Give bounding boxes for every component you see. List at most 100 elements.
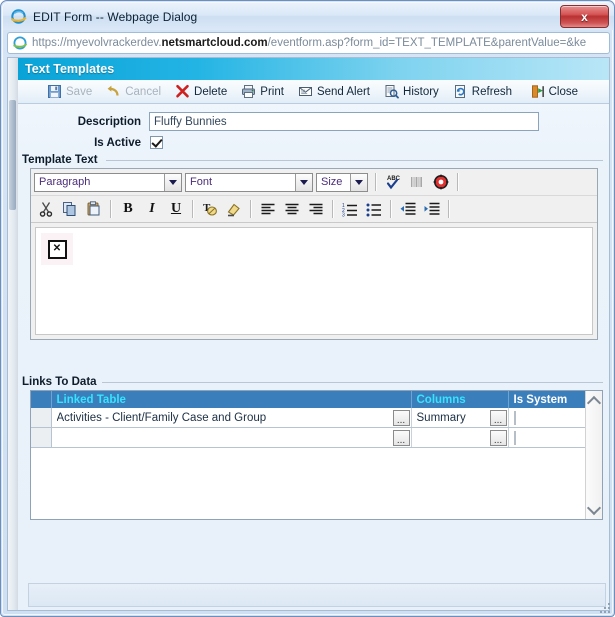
indent-button[interactable]	[420, 198, 444, 221]
description-input[interactable]	[149, 112, 539, 131]
ie-browser-icon	[10, 8, 27, 25]
close-icon: x	[581, 9, 588, 24]
linked-table-browse-button[interactable]: ...	[392, 409, 410, 426]
columns-cell[interactable]: ...	[411, 427, 509, 448]
description-label: Description	[77, 115, 141, 128]
linked-table-column-header[interactable]: Linked Table	[51, 391, 412, 408]
is-active-checkbox[interactable]	[150, 136, 163, 149]
dialog-title: EDIT Form -- Webpage Dialog	[33, 9, 198, 24]
row-selector-column-header[interactable]	[31, 391, 52, 408]
columns-browse-button[interactable]: ...	[489, 409, 507, 426]
undo-arrow-icon	[106, 84, 121, 99]
row-selector-cell[interactable]	[31, 427, 52, 448]
ordered-list-button[interactable]: 1 2 3	[338, 198, 362, 221]
red-x-icon	[175, 84, 190, 99]
delete-button-label: Delete	[194, 85, 228, 98]
columns-cell[interactable]: Summary ...	[411, 408, 509, 428]
italic-button[interactable]: I	[140, 198, 164, 221]
align-center-button[interactable]	[280, 198, 304, 221]
row-selector-cell[interactable]	[31, 408, 52, 428]
broken-image-glyph: ✕	[47, 239, 67, 259]
italic-icon: I	[149, 201, 155, 216]
print-button[interactable]: Print	[234, 81, 291, 103]
editor-content-area[interactable]: ✕	[35, 227, 593, 335]
grid-header-row: Linked Table Columns Is System	[31, 391, 589, 408]
cut-button[interactable]	[34, 198, 58, 221]
chevron-up-icon[interactable]	[586, 393, 602, 410]
grid-table: Linked Table Columns Is System Activitie…	[31, 391, 589, 448]
is-system-column-header[interactable]: Is System	[508, 391, 589, 408]
bold-button[interactable]: B	[116, 198, 140, 221]
font-family-value: Font	[190, 176, 213, 188]
paragraph-style-value: Paragraph	[39, 176, 91, 188]
app-header: Text Templates	[18, 58, 609, 80]
app-toolbar: Save Cancel Delete Print Send Alert Hist…	[18, 80, 609, 104]
timestamp-button[interactable]	[429, 171, 453, 194]
barcode-button	[405, 171, 429, 194]
outdent-button[interactable]	[396, 198, 420, 221]
highlight-color-button[interactable]	[222, 198, 246, 221]
refresh-button[interactable]: Refresh	[446, 81, 519, 103]
links-to-data-caption: Links To Data	[22, 376, 97, 388]
toolbar-separator	[390, 200, 392, 218]
history-icon	[384, 84, 399, 99]
chevron-down-icon	[350, 173, 367, 191]
align-left-button[interactable]	[256, 198, 280, 221]
dialog-titlebar: EDIT Form -- Webpage Dialog x	[3, 3, 614, 30]
window-close-button[interactable]: x	[560, 5, 609, 28]
font-family-select[interactable]: Font	[185, 172, 313, 192]
envelope-icon	[298, 84, 313, 99]
delete-button[interactable]: Delete	[168, 81, 234, 103]
unordered-list-button[interactable]	[362, 198, 386, 221]
is-active-label: Is Active	[94, 136, 141, 149]
columns-column-header[interactable]: Columns	[411, 391, 509, 408]
underline-button[interactable]: U	[164, 198, 188, 221]
font-size-select[interactable]: Size	[316, 172, 368, 192]
linked-table-cell[interactable]: ...	[51, 427, 412, 448]
cancel-button[interactable]: Cancel	[99, 81, 168, 103]
spellcheck-button[interactable]: ABC	[381, 171, 405, 194]
cancel-button-label: Cancel	[125, 85, 162, 98]
linked-table-browse-button[interactable]: ...	[392, 429, 410, 446]
address-bar[interactable]: https://myevolvrackerdev.netsmartcloud.c…	[7, 32, 610, 54]
save-button-label: Save	[66, 85, 93, 98]
toolbar-separator	[192, 200, 194, 218]
save-button[interactable]: Save	[40, 81, 99, 103]
copy-button[interactable]	[58, 198, 82, 221]
underline-icon: U	[170, 201, 182, 216]
history-button[interactable]: History	[377, 81, 446, 103]
bottom-status-strip	[28, 583, 606, 607]
table-row[interactable]: Activities - Client/Family Case and Grou…	[31, 408, 589, 428]
linked-table-value: Activities - Client/Family Case and Grou…	[56, 411, 267, 424]
toolbar-separator	[250, 200, 252, 218]
text-color-button[interactable]: T	[198, 198, 222, 221]
close-toolbar-label: Close	[548, 85, 578, 98]
scrollbar-thumb[interactable]	[9, 100, 16, 210]
close-toolbar-button[interactable]: Close	[523, 81, 585, 103]
font-size-value: Size	[321, 176, 343, 188]
app-header-title: Text Templates	[25, 62, 115, 76]
toolbar-separator	[332, 200, 334, 218]
grid-vertical-scrollbar[interactable]	[585, 391, 602, 519]
send-alert-button[interactable]: Send Alert	[291, 81, 377, 103]
url-domain: netsmartcloud.com	[161, 37, 268, 49]
template-text-rule	[106, 160, 603, 161]
template-text-caption: Template Text	[22, 154, 98, 166]
paste-button[interactable]	[82, 198, 106, 221]
chevron-down-icon[interactable]	[586, 500, 602, 517]
toolbar-separator	[110, 200, 112, 218]
broken-image-icon: ✕	[41, 233, 73, 265]
chevron-down-icon	[295, 173, 312, 191]
linked-table-cell[interactable]: Activities - Client/Family Case and Grou…	[51, 408, 412, 428]
editor-toolbar-row-1: Paragraph Font Size ABC	[31, 169, 597, 196]
align-right-button[interactable]	[304, 198, 328, 221]
paragraph-style-select[interactable]: Paragraph	[34, 172, 182, 192]
history-button-label: History	[403, 85, 439, 98]
columns-browse-button[interactable]: ...	[489, 429, 507, 446]
is-system-checkbox	[513, 430, 516, 445]
resize-grip[interactable]	[598, 601, 610, 613]
is-active-field-row: Is Active	[18, 136, 163, 149]
rich-text-editor: Paragraph Font Size ABC B I U T 1 2 3 ✕	[30, 168, 598, 340]
description-field-row: Description	[18, 112, 548, 131]
table-row[interactable]: ... ...	[31, 427, 589, 448]
